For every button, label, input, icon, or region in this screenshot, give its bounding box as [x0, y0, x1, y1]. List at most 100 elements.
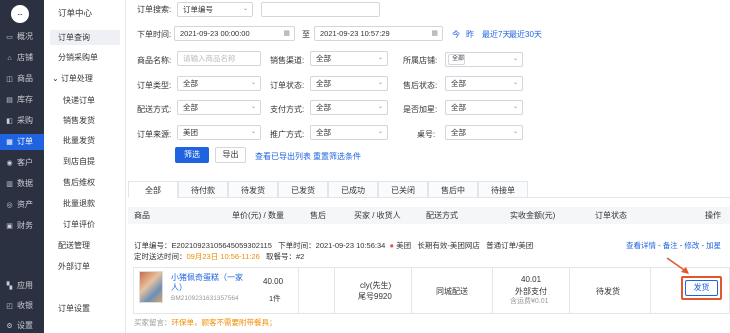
view-export-list-link[interactable]: 查看已导出列表: [255, 151, 311, 162]
chevron-down-icon: ⌄: [377, 129, 383, 135]
data-icon: ▥: [6, 181, 13, 188]
quick-30days-link[interactable]: 最近30天: [509, 29, 542, 40]
aftersale-status-select[interactable]: 全部 ⌄: [445, 76, 523, 91]
store-select[interactable]: 全部 ⌄: [445, 52, 523, 67]
unit-price: 40.00: [263, 277, 284, 286]
delivery-label: 配送方式:: [137, 105, 172, 114]
rail-item-apps[interactable]: ▚ 应用: [0, 278, 44, 294]
quick-today-link[interactable]: 今: [452, 29, 460, 40]
search-type-select[interactable]: 订单编号 ⌄: [177, 2, 253, 17]
rail-item-asset[interactable]: ◎ 资产: [0, 197, 44, 213]
rail-label: 设置: [17, 321, 33, 330]
rail-item-message[interactable]: ◰ 收银: [0, 298, 44, 314]
order-source-select[interactable]: 美团 ⌄: [177, 125, 261, 140]
time-end-input[interactable]: 2021-09-23 10:57:29 ▦: [314, 26, 443, 41]
order-source-label: 订单来源:: [137, 130, 172, 139]
view-detail-link[interactable]: 查看详情: [626, 241, 656, 250]
rail-item-inventory[interactable]: ▤ 库存: [0, 92, 44, 108]
submenu-split-purchase[interactable]: 分销采购单: [58, 50, 98, 65]
purchase-icon: ◧: [6, 118, 13, 125]
time-start-input[interactable]: 2021-09-23 00:00:00 ▦: [174, 26, 295, 41]
quick-yesterday-link[interactable]: 昨: [466, 29, 474, 40]
chevron-down-icon: ⌄: [512, 80, 518, 86]
tab-aftersale[interactable]: 售后中: [428, 181, 478, 198]
submenu-group-processing[interactable]: ⌄ 订单处理: [52, 73, 93, 84]
submenu-self-pickup[interactable]: 到店自提: [63, 154, 95, 169]
submenu-delivery-mgmt[interactable]: 配送管理: [58, 238, 90, 253]
divider: [411, 267, 412, 314]
pickup-label: 取餐号：: [266, 252, 297, 261]
annotation-arrow: [666, 257, 689, 274]
channel-select[interactable]: 全部 ⌄: [310, 51, 388, 66]
select-value: 全部: [451, 79, 466, 88]
order-arrival-line: 定时送达时间：09月23日 10:56-11:26 取餐号：#2: [134, 251, 304, 262]
delivery-select[interactable]: 全部 ⌄: [177, 100, 261, 115]
chevron-down-icon: ⌄: [250, 129, 256, 135]
order-actions: 查看详情 - 备注 - 修改 - 加星: [626, 240, 721, 251]
filter-button[interactable]: 筛选: [175, 147, 209, 163]
select-value: 全部: [316, 103, 331, 112]
product-name-input[interactable]: 请输入商品名称: [177, 51, 261, 66]
submenu-after-sale[interactable]: 售后维权: [63, 175, 95, 190]
secondary-menu: 订单中心 订单查询 分销采购单 ⌄ 订单处理 快递订单 销售发货 批量发货 到店…: [44, 0, 126, 333]
submenu-order-query[interactable]: 订单查询: [50, 30, 120, 45]
product-thumbnail[interactable]: [139, 271, 163, 303]
submenu-batch-refund[interactable]: 批量退款: [63, 196, 95, 211]
rail-item-store[interactable]: ⌂ 店铺: [0, 50, 44, 66]
submenu-batch-ship[interactable]: 批量发货: [63, 133, 95, 148]
tab-closed[interactable]: 已关闭: [378, 181, 428, 198]
ship-button[interactable]: 发货: [685, 280, 718, 296]
select-value: 全部: [451, 103, 466, 112]
remark-link[interactable]: 备注: [663, 241, 678, 250]
caret-down-icon: ⌄: [52, 74, 59, 83]
search-input[interactable]: [261, 2, 380, 17]
rail-item-product[interactable]: ◫ 商品: [0, 71, 44, 87]
rail-label: 客户: [17, 158, 33, 167]
rail-item-overview[interactable]: ▭ 概况: [0, 29, 44, 45]
rail-item-finance[interactable]: ▣ 财务: [0, 218, 44, 234]
table-number-select[interactable]: 全部 ⌄: [445, 125, 523, 140]
tab-succeeded[interactable]: 已成功: [328, 181, 378, 198]
product-name-link[interactable]: 小猪佩奇蛋糕（一家人）: [171, 273, 251, 293]
tab-pending-payment[interactable]: 待付款: [178, 181, 228, 198]
tab-shipped[interactable]: 已发货: [278, 181, 328, 198]
reset-filters-link[interactable]: 重置筛选条件: [313, 151, 361, 162]
rail-item-order[interactable]: ▦ 订单: [0, 134, 44, 150]
table-header: 商品 单价(元) / 数量 售后 买家 / 收货人 配送方式 实收金额(元) 订…: [128, 207, 730, 224]
tab-all[interactable]: 全部: [128, 181, 178, 198]
tab-pending-ship[interactable]: 待发货: [228, 181, 278, 198]
rail-label: 订单: [17, 137, 33, 146]
star-link[interactable]: 加星: [706, 241, 721, 250]
submenu-quick-order[interactable]: 快递订单: [63, 93, 95, 108]
rail-item-purchase[interactable]: ◧ 采购: [0, 113, 44, 129]
modify-link[interactable]: 修改: [684, 241, 699, 250]
finance-icon: ▣: [6, 223, 13, 230]
submenu-sales-ship[interactable]: 销售发货: [63, 113, 95, 128]
submenu-order-settings[interactable]: 订单设置: [58, 301, 90, 316]
rail-item-settings[interactable]: ⚙ 设置: [0, 318, 44, 333]
select-value: 全部: [183, 103, 198, 112]
rail-item-data[interactable]: ▥ 数据: [0, 176, 44, 192]
select-value: 全部: [316, 54, 331, 63]
order-type-select[interactable]: 全部 ⌄: [177, 76, 261, 91]
pay-method-select[interactable]: 全部 ⌄: [310, 100, 388, 115]
asset-icon: ◎: [6, 202, 13, 209]
rail-item-customer[interactable]: ◉ 客户: [0, 155, 44, 171]
tab-baseline: [528, 197, 730, 198]
submenu-order-eval[interactable]: 订单评价: [63, 217, 95, 232]
chevron-down-icon: ⌄: [250, 80, 256, 86]
order-type: 普通订单/美团: [486, 241, 534, 250]
chevron-down-icon: ⌄: [512, 129, 518, 135]
calendar-icon: ▦: [283, 30, 290, 37]
rail-label: 店铺: [17, 53, 33, 62]
tab-pending-accept[interactable]: 待接单: [478, 181, 528, 198]
submenu-external-order[interactable]: 外部订单: [58, 259, 90, 274]
star-select[interactable]: 全部 ⌄: [445, 100, 523, 115]
customer-icon: ◉: [6, 160, 13, 167]
time-to-label: 至: [302, 30, 310, 39]
promo-select[interactable]: 全部 ⌄: [310, 125, 388, 140]
quick-7days-link[interactable]: 最近7天: [482, 29, 510, 40]
rail-label: 商品: [17, 74, 33, 83]
export-button[interactable]: 导出: [215, 147, 246, 163]
order-status-select[interactable]: 全部 ⌄: [310, 76, 388, 91]
